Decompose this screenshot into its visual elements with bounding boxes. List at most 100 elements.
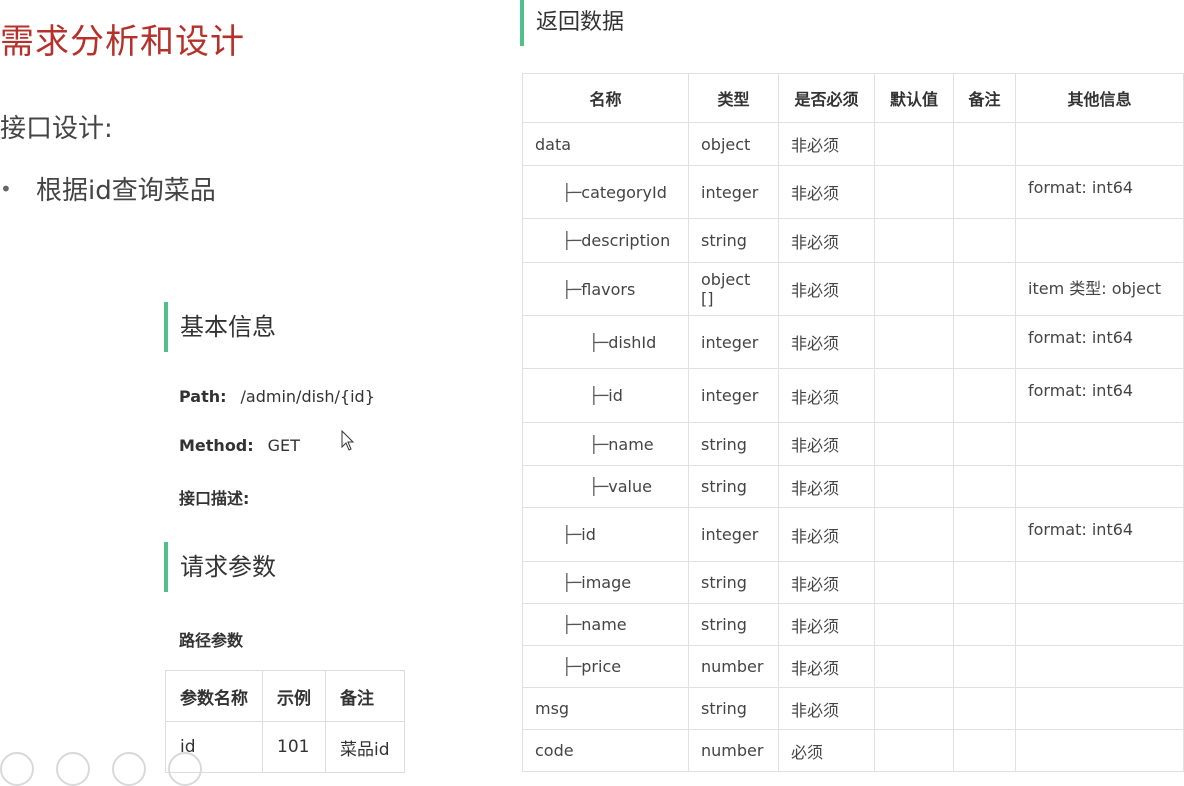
slide-toolbar: [0, 752, 202, 786]
field-other: [1015, 465, 1184, 508]
field-name-text: price: [581, 657, 622, 676]
field-note: [953, 315, 1016, 369]
field-name: ├─categoryId: [522, 165, 689, 219]
table-row: code number 必须: [522, 729, 1184, 772]
field-default: [874, 687, 954, 730]
field-required: 非必须: [778, 561, 875, 604]
field-required-text: 非必须: [791, 574, 840, 594]
field-default: [874, 561, 954, 604]
field-other-text: format: int64: [1028, 178, 1134, 197]
field-other: format: int64: [1015, 507, 1184, 562]
field-name: ├─name: [522, 422, 689, 466]
tree-branch-icon: ├─: [562, 182, 582, 202]
field-type: integer: [688, 507, 779, 562]
field-type-text: string: [701, 573, 747, 592]
field-required-text: 非必须: [791, 700, 840, 720]
field-name: ├─image: [522, 561, 689, 604]
field-name: ├─id: [522, 368, 689, 423]
method-line: Method: GET: [179, 436, 300, 455]
field-required-text: 非必须: [791, 136, 840, 155]
field-type: string: [688, 465, 779, 508]
field-default: [874, 122, 954, 166]
tree-branch-icon: ├─: [589, 434, 609, 454]
field-other: item 类型: object: [1015, 262, 1184, 316]
field-type-text: integer: [701, 332, 759, 352]
field-required-text: 非必须: [791, 334, 840, 353]
field-name: ├─description: [522, 218, 689, 263]
field-name-text: msg: [535, 699, 570, 718]
basic-info-heading: 基本信息: [164, 302, 276, 352]
field-note: [953, 507, 1016, 562]
table-row: ├─dishId integer 非必须 format: int64: [522, 315, 1184, 369]
field-other-text: item 类型: object: [1028, 279, 1162, 298]
field-required: 非必须: [778, 165, 875, 219]
table-row: ├─categoryId integer 非必须 format: int64: [522, 165, 1184, 219]
table-row: ├─price number 非必须: [522, 645, 1184, 688]
method-label: Method:: [179, 436, 254, 455]
field-required-text: 必须: [791, 742, 824, 762]
field-note: [953, 368, 1016, 423]
field-name: msg: [522, 687, 689, 730]
field-required: 非必须: [778, 218, 875, 263]
field-type: string: [688, 422, 779, 466]
table-row: ├─value string 非必须: [522, 465, 1184, 508]
field-required: 非必须: [778, 507, 875, 562]
field-default: [874, 315, 954, 369]
param-note: 菜品id: [325, 721, 405, 773]
field-type: string: [688, 603, 779, 646]
bullet-dot-icon: •: [0, 176, 12, 201]
path-line: Path: /admin/dish/{id}: [179, 387, 375, 406]
field-type-text: string: [701, 699, 747, 718]
field-note: [953, 603, 1016, 646]
field-name: ├─value: [522, 465, 689, 508]
description-label: 接口描述:: [179, 489, 250, 508]
tree-branch-icon: ├─: [562, 573, 582, 592]
field-default: [874, 645, 954, 688]
field-type: number: [688, 645, 779, 688]
tree-branch-icon: ├─: [562, 657, 582, 676]
field-other: [1015, 122, 1184, 166]
slides-icon[interactable]: [56, 752, 90, 786]
field-note: [953, 729, 1016, 772]
field-type: integer: [688, 368, 779, 423]
bullet-item: • 根据id查询菜品: [0, 170, 216, 207]
table-row: ├─description string 非必须: [522, 218, 1184, 263]
table-row: ├─name string 非必须: [522, 422, 1184, 466]
field-name-text: categoryId: [581, 182, 667, 202]
field-name-text: data: [535, 134, 572, 154]
params-header-row: 参数名称 示例 备注: [165, 670, 405, 722]
col-note: 备注: [953, 73, 1016, 123]
pen-icon[interactable]: [0, 752, 34, 786]
field-type: integer: [688, 315, 779, 369]
col-name: 名称: [522, 73, 689, 123]
field-required-text: 非必须: [791, 658, 840, 678]
field-note: [953, 465, 1016, 508]
field-name-text: id: [608, 386, 623, 405]
field-default: [874, 422, 954, 466]
field-name-text: image: [581, 573, 632, 592]
table-row: data object 非必须: [522, 122, 1184, 166]
mouse-pointer-icon: [341, 430, 355, 451]
field-default: [874, 729, 954, 772]
field-required-text: 非必须: [791, 616, 840, 636]
field-name-text: name: [581, 615, 627, 634]
slide-subtitle: 接口设计:: [0, 114, 113, 144]
field-name: ├─id: [522, 507, 689, 562]
field-required: 非必须: [778, 368, 875, 423]
col-other: 其他信息: [1015, 73, 1184, 123]
field-name-text: code: [535, 741, 574, 760]
field-type-text: object []: [701, 270, 751, 308]
col-type: 类型: [688, 73, 779, 123]
params-col-example: 示例: [262, 670, 326, 722]
field-required-text: 非必须: [791, 526, 840, 546]
zoom-icon[interactable]: [112, 752, 146, 786]
field-note: [953, 218, 1016, 263]
field-type-text: integer: [701, 525, 759, 544]
field-name: data: [522, 122, 689, 166]
more-icon[interactable]: [168, 752, 202, 786]
table-row: ├─image string 非必须: [522, 561, 1184, 604]
field-type: string: [688, 687, 779, 730]
field-type-text: number: [701, 657, 764, 676]
field-note: [953, 561, 1016, 604]
field-type-text: number: [701, 741, 764, 760]
